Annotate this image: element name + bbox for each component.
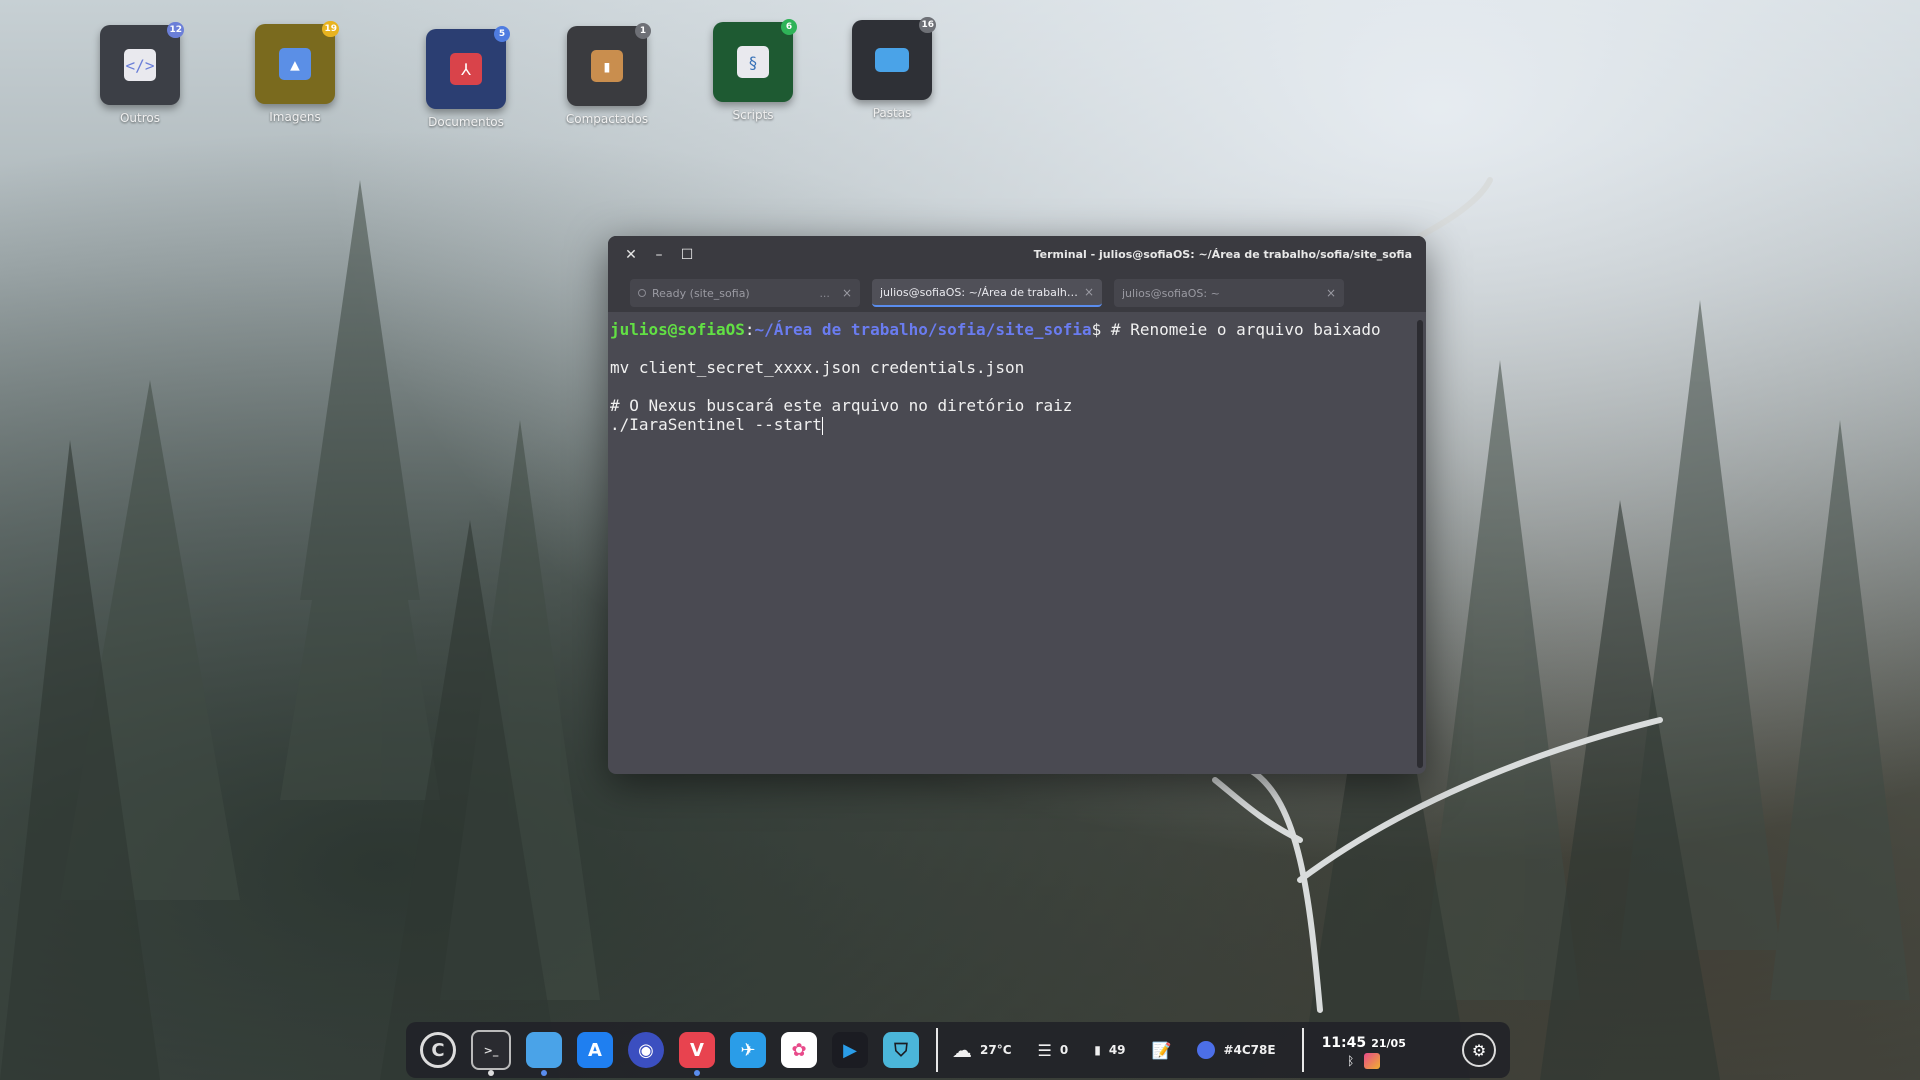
- close-icon[interactable]: ✕: [620, 244, 642, 266]
- folder-tile: 16: [852, 17, 936, 100]
- desktop-icon-label: Outros: [119, 111, 161, 125]
- desktop-folder-scripts[interactable]: § 6 Scripts: [698, 19, 808, 122]
- desktop-icons: </> 12 Outros ▲ 19 Imagens ⅄ 5 Documento…: [0, 0, 1920, 140]
- terminal-line: ./IaraSentinel --start: [610, 415, 822, 434]
- color-picker-widget[interactable]: #4C78E: [1197, 1041, 1276, 1059]
- folder-tile: ⅄ 5: [426, 26, 510, 109]
- count-badge: 12: [167, 22, 184, 38]
- notes-widget[interactable]: 📝: [1152, 1041, 1172, 1060]
- tab-site-sofia[interactable]: julios@sofiaOS: ~/Área de trabalho/so...…: [872, 279, 1102, 307]
- pdf-icon: ⅄: [450, 53, 482, 85]
- prompt-separator: :: [744, 320, 755, 339]
- desktop-icon-label: Compactados: [565, 112, 649, 126]
- terminal-line: # O Nexus buscará este arquivo no diretó…: [610, 396, 1073, 415]
- scrollbar[interactable]: [1417, 320, 1423, 768]
- folder-tile: </> 12: [100, 22, 184, 105]
- tab-label: Ready (site_sofia): [652, 286, 750, 300]
- status-dot-icon: [638, 289, 646, 297]
- clock-date: 21/05: [1371, 1036, 1406, 1050]
- tab-home[interactable]: julios@sofiaOS: ~ ×: [1114, 279, 1344, 307]
- dock-separator: [936, 1028, 938, 1072]
- launcher-icon[interactable]: C: [420, 1032, 456, 1068]
- minimize-icon[interactable]: –: [648, 244, 670, 266]
- tab-more: ...: [819, 286, 830, 300]
- tab-close-icon[interactable]: ×: [842, 286, 852, 300]
- folder-tile: ▮ 1: [567, 23, 651, 106]
- text-cursor: [821, 416, 823, 435]
- color-swatch-icon: [1197, 1041, 1216, 1059]
- documents-widget[interactable]: ▮ 49: [1094, 1043, 1125, 1057]
- code-file-icon: </>: [124, 49, 156, 81]
- tab-ready[interactable]: Ready (site_sofia) ... ×: [630, 279, 860, 307]
- settings-gear-icon[interactable]: ⚙: [1462, 1033, 1496, 1067]
- terminal-output[interactable]: julios@sofiaOS:~/Área de trabalho/sofia/…: [608, 312, 1414, 774]
- color-app-icon[interactable]: [1364, 1052, 1381, 1069]
- running-indicator: [488, 1070, 494, 1076]
- folder-tile: ▲ 19: [255, 21, 339, 104]
- terminal-line: mv client_secret_xxxx.json credentials.j…: [610, 358, 1025, 377]
- desktop-icon-label: Scripts: [732, 108, 774, 122]
- browser-icon[interactable]: ◉: [628, 1032, 664, 1068]
- window-titlebar[interactable]: ✕ – ☐ Terminal - julios@sofiaOS: ~/Área …: [608, 236, 1426, 274]
- weather-widget[interactable]: ☁ 27°C: [952, 1038, 1012, 1062]
- tab-label: julios@sofiaOS: ~: [1122, 286, 1220, 300]
- color-value: #4C78E: [1223, 1043, 1276, 1057]
- tab-close-icon[interactable]: ×: [1326, 286, 1336, 300]
- desktop-folder-documentos[interactable]: ⅄ 5 Documentos: [411, 26, 521, 129]
- count-badge: 6: [781, 19, 797, 35]
- maximize-icon[interactable]: ☐: [676, 244, 698, 266]
- documents-count: 49: [1108, 1043, 1126, 1057]
- app-store-icon[interactable]: A: [577, 1032, 613, 1068]
- security-shield-icon[interactable]: ⛉: [883, 1032, 919, 1068]
- cloud-icon: ☁: [952, 1038, 972, 1062]
- count-badge: 1: [635, 23, 651, 39]
- running-indicator: [541, 1070, 547, 1076]
- count-badge: 19: [322, 21, 339, 37]
- bluetooth-icon[interactable]: ᛒ: [1347, 1054, 1354, 1068]
- python-icon: §: [737, 46, 769, 78]
- prompt-user: julios@sofiaOS: [610, 320, 745, 339]
- vivaldi-icon[interactable]: V: [679, 1032, 715, 1076]
- folder-tile: § 6: [713, 19, 797, 102]
- running-indicator: [694, 1070, 700, 1076]
- tab-close-icon[interactable]: ×: [1084, 285, 1094, 299]
- photos-icon[interactable]: ✿: [781, 1032, 817, 1068]
- folder-icon: [875, 48, 909, 72]
- dock: C >_ A ◉ V ✈ ✿ ▶ ⛉ ☁ 27°C ☰ 0 ▮ 49 📝 #4C…: [406, 1022, 1510, 1078]
- prompt-path: ~/Área de trabalho/sofia/site_sofia: [754, 320, 1092, 339]
- bird-app-icon[interactable]: ✈: [730, 1032, 766, 1068]
- desktop-folder-pastas[interactable]: 16 Pastas: [837, 17, 947, 120]
- tasks-widget[interactable]: ☰ 0: [1038, 1041, 1069, 1060]
- tab-bar: Ready (site_sofia) ... × julios@sofiaOS:…: [608, 274, 1426, 312]
- count-badge: 5: [494, 26, 510, 42]
- terminal-icon[interactable]: >_: [471, 1030, 511, 1076]
- tab-label: julios@sofiaOS: ~/Área de trabalho/so...: [880, 285, 1078, 299]
- clock-widget[interactable]: 11:45 21/05 ᛒ: [1322, 1032, 1406, 1069]
- clock-time: 11:45: [1321, 1034, 1367, 1051]
- image-icon: ▲: [279, 48, 311, 80]
- weather-temp: 27°C: [980, 1043, 1012, 1057]
- tasks-count: 0: [1059, 1043, 1069, 1057]
- files-icon[interactable]: [526, 1032, 562, 1076]
- desktop-folder-outros[interactable]: </> 12 Outros: [85, 22, 195, 125]
- desktop-folder-imagens[interactable]: ▲ 19 Imagens: [240, 21, 350, 124]
- window-title: Terminal - julios@sofiaOS: ~/Área de tra…: [1033, 248, 1412, 261]
- notepad-icon: 📝: [1151, 1040, 1172, 1060]
- desktop-icon-label: Documentos: [428, 115, 504, 129]
- count-badge: 16: [919, 17, 936, 33]
- archive-icon: ▮: [591, 50, 623, 82]
- terminal-window[interactable]: ✕ – ☐ Terminal - julios@sofiaOS: ~/Área …: [608, 236, 1426, 774]
- dock-separator: [1301, 1028, 1304, 1072]
- desktop-folder-compactados[interactable]: ▮ 1 Compactados: [552, 23, 662, 126]
- desktop-icon-label: Imagens: [269, 110, 321, 124]
- desktop-icon-label: Pastas: [872, 106, 912, 120]
- prompt-command: $ # Renomeie o arquivo baixado: [1091, 320, 1381, 339]
- document-icon: ▮: [1094, 1043, 1101, 1057]
- media-player-icon[interactable]: ▶: [832, 1032, 868, 1068]
- list-icon: ☰: [1037, 1040, 1052, 1060]
